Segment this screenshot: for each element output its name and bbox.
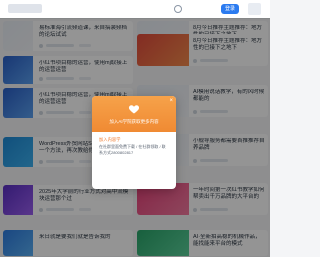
- modal-text: 在社群里面免费下载 / 在社群领取 / 联系方式2800802817: [99, 144, 166, 155]
- top-navigation-bar: search 登录: [0, 0, 270, 19]
- modal-subtitle: 加入内容学: [99, 137, 121, 142]
- avatar[interactable]: [248, 3, 261, 15]
- modal-header: 加入AI学院获取更多内容 ×: [92, 96, 176, 132]
- heart-icon: [128, 105, 140, 114]
- close-icon[interactable]: ×: [169, 98, 173, 104]
- site-logo[interactable]: [8, 4, 42, 13]
- modal-title: 加入AI学院获取更多内容: [109, 119, 159, 124]
- search-icon[interactable]: search: [174, 5, 182, 13]
- join-group-modal: 加入AI学院获取更多内容 × 加入内容学 在社群里面免费下载 / 在社群领取 /…: [92, 96, 176, 189]
- login-button[interactable]: 登录: [221, 4, 239, 14]
